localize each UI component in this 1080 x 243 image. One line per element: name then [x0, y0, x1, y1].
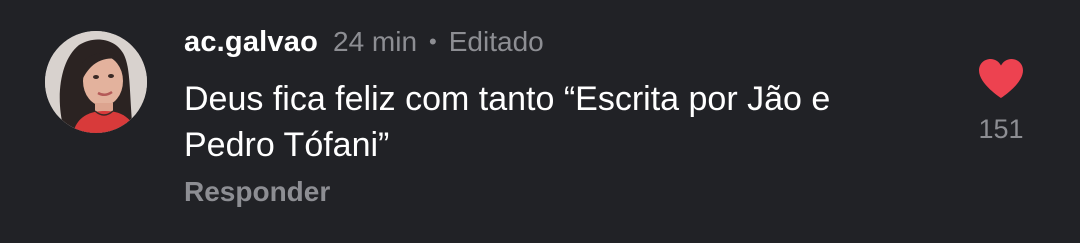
separator-dot: • [429, 29, 437, 54]
reply-button[interactable]: Responder [184, 176, 330, 208]
username[interactable]: ac.galvao [184, 26, 318, 59]
comment-header: ac.galvao 24 min • Editado [184, 22, 544, 62]
avatar[interactable] [45, 31, 147, 133]
comment-item: ac.galvao 24 min • Editado Deus fica fel… [0, 0, 1080, 243]
comment-text: Deus fica feliz com tanto “Escrita por J… [184, 80, 831, 164]
edited-label: Editado [448, 26, 544, 57]
heart-icon [979, 58, 1023, 98]
like-count: 151 [978, 114, 1024, 144]
timestamp: 24 min [333, 26, 418, 57]
like-section: 151 [970, 52, 1032, 145]
like-button[interactable] [973, 52, 1029, 104]
avatar-image [45, 31, 147, 133]
